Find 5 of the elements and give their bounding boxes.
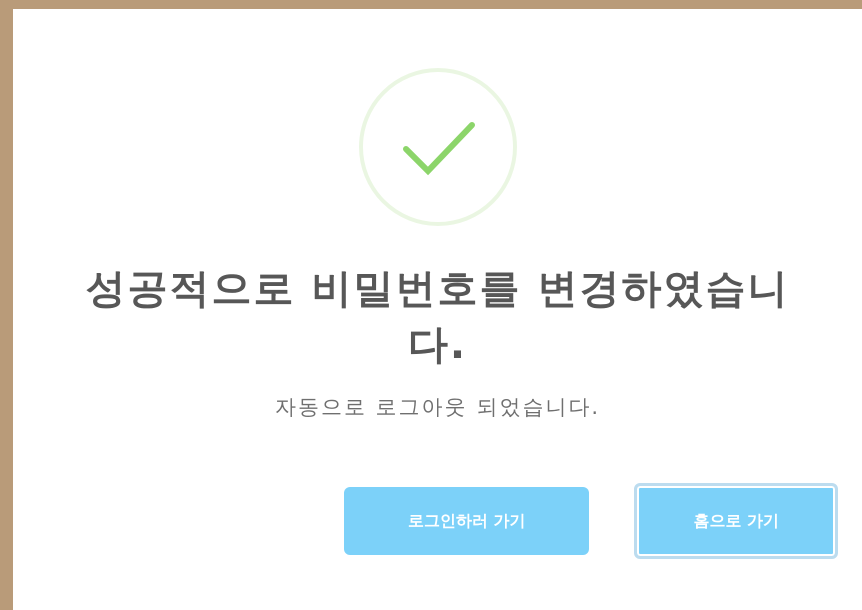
login-button[interactable]: 로그인하러 가기 bbox=[344, 487, 590, 555]
dialog-message: 자동으로 로그아웃 되었습니다. bbox=[274, 394, 600, 421]
home-button[interactable]: 홈으로 가기 bbox=[634, 483, 838, 559]
dialog-title: 성공적으로 비밀번호를 변경하였습니다. bbox=[84, 265, 790, 370]
success-check-icon bbox=[358, 67, 518, 227]
